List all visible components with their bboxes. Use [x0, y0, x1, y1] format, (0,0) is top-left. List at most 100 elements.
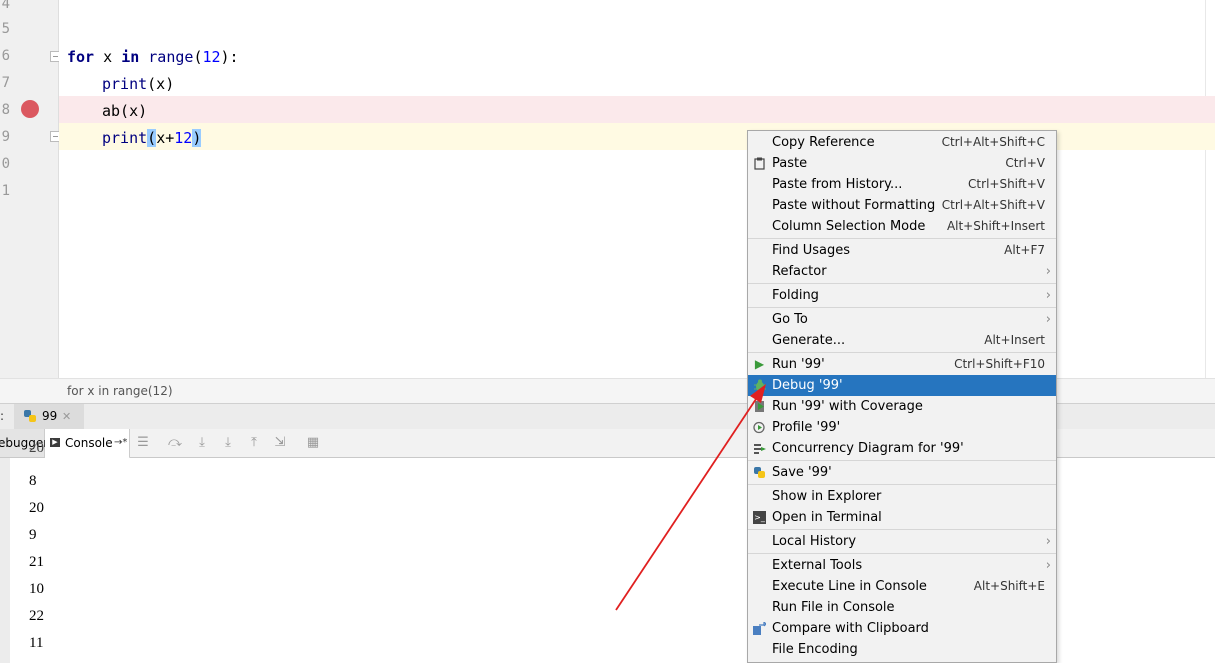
- menu-item-execute-line-in-console[interactable]: Execute Line in Console Alt+Shift+E: [748, 576, 1056, 597]
- evaluate-icon[interactable]: ▦: [306, 436, 320, 450]
- menu-item-label: Paste from History...: [772, 177, 903, 192]
- profile-icon: [753, 421, 766, 434]
- code-number: 12: [174, 129, 193, 147]
- console-line: 9: [29, 527, 37, 543]
- brace-match-highlight: (: [147, 129, 157, 147]
- menu-item-go-to[interactable]: Go To ›: [748, 309, 1056, 330]
- run-icon: ▶: [754, 357, 765, 371]
- console-line: 11: [29, 635, 44, 651]
- code-token: x: [94, 48, 122, 66]
- code-line-6[interactable]: for x in range(12):: [67, 44, 239, 71]
- code-line-7[interactable]: print(x): [102, 71, 174, 98]
- step-into-my-code-icon[interactable]: ⤓: [221, 436, 235, 450]
- menu-item-paste-without-formatting[interactable]: Paste without Formatting Ctrl+Alt+Shift+…: [748, 195, 1056, 216]
- menu-item-run[interactable]: ▶ Run '99' Ctrl+Shift+F10: [748, 354, 1056, 375]
- menu-item-label: Save '99': [772, 465, 832, 480]
- menu-item-profile[interactable]: Profile '99': [748, 417, 1056, 438]
- menu-item-label: Paste without Formatting: [772, 198, 936, 213]
- menu-item-show-in-explorer[interactable]: Show in Explorer: [748, 486, 1056, 507]
- tab-run-99[interactable]: 99 ✕: [14, 404, 84, 429]
- menu-separator: [748, 484, 1056, 485]
- menu-item-concurrency-diagram[interactable]: Concurrency Diagram for '99': [748, 438, 1056, 459]
- line-number: 0: [1, 156, 10, 172]
- menu-item-compare-with-clipboard[interactable]: Compare with Clipboard: [748, 618, 1056, 639]
- line-number: 5: [1, 21, 10, 37]
- line-number: 9: [1, 129, 10, 145]
- menu-item-label: Profile '99': [772, 420, 841, 435]
- keyword-for: for: [67, 48, 95, 66]
- console-line: 20: [29, 500, 44, 516]
- menu-item-label: Column Selection Mode: [772, 219, 926, 234]
- editor-gutter[interactable]: 4 5 6 7 8 9 0 1: [0, 0, 61, 378]
- menu-item-folding[interactable]: Folding ›: [748, 285, 1056, 306]
- keyword-in: in: [121, 48, 140, 66]
- menu-item-shortcut: Alt+Insert: [984, 333, 1045, 347]
- breakpoint-line-highlight: [59, 96, 1215, 123]
- menu-item-label: Open in Terminal: [772, 510, 882, 525]
- menu-item-save[interactable]: Save '99': [748, 462, 1056, 483]
- submenu-arrow-icon: ›: [1045, 534, 1051, 549]
- menu-item-open-in-terminal[interactable]: >_ Open in Terminal: [748, 507, 1056, 528]
- menu-item-external-tools[interactable]: External Tools ›: [748, 555, 1056, 576]
- code-token: print: [102, 129, 148, 147]
- code-token: ):: [220, 48, 239, 66]
- step-into-icon[interactable]: ⤓: [195, 436, 209, 450]
- menu-item-run-file-in-console[interactable]: Run File in Console: [748, 597, 1056, 618]
- menu-item-shortcut: Alt+Shift+E: [973, 579, 1045, 593]
- menu-item-label: Generate...: [772, 333, 846, 348]
- code-number: 12: [202, 48, 221, 66]
- code-line-9[interactable]: print(x+12): [102, 125, 202, 152]
- menu-item-generate[interactable]: Generate... Alt+Insert: [748, 330, 1056, 351]
- menu-item-local-history[interactable]: Local History ›: [748, 531, 1056, 552]
- breakpoint-icon[interactable]: [21, 100, 39, 118]
- debug-bug-icon: [753, 379, 766, 392]
- line-number: 7: [1, 75, 10, 91]
- menu-item-paste[interactable]: Paste Ctrl+V: [748, 153, 1056, 174]
- line-number: 8: [1, 102, 10, 118]
- menu-item-shortcut: Ctrl+V: [1005, 156, 1045, 170]
- code-token: ab(x): [102, 102, 148, 120]
- menu-item-shortcut: Ctrl+Alt+Shift+V: [941, 198, 1045, 212]
- step-out-icon[interactable]: ⤒: [247, 436, 261, 450]
- clipboard-icon: [753, 157, 766, 170]
- compare-icon: [753, 620, 767, 635]
- menu-separator: [748, 238, 1056, 239]
- run-to-cursor-icon[interactable]: ⇲: [273, 436, 287, 450]
- code-token: (x): [147, 75, 175, 93]
- menu-item-label: Compare with Clipboard: [772, 621, 929, 636]
- menu-separator: [748, 553, 1056, 554]
- menu-item-file-encoding[interactable]: File Encoding: [748, 639, 1056, 660]
- right-margin-guide: [1205, 0, 1206, 378]
- menu-item-label: File Encoding: [772, 642, 858, 657]
- menu-item-shortcut: Ctrl+Shift+V: [968, 177, 1045, 191]
- console-line: 20: [29, 444, 44, 456]
- submenu-arrow-icon: ›: [1045, 264, 1051, 279]
- restore-layout-icon[interactable]: →*: [114, 429, 127, 457]
- menu-item-label: Debug '99': [772, 378, 843, 393]
- menu-lines-icon[interactable]: ☰: [136, 436, 150, 450]
- menu-item-label: Find Usages: [772, 243, 851, 258]
- console-line: 22: [29, 608, 44, 624]
- menu-item-copy-reference[interactable]: Copy Reference Ctrl+Alt+Shift+C: [748, 132, 1056, 153]
- brace-match-highlight: ): [192, 129, 202, 147]
- code-line-8[interactable]: ab(x): [102, 98, 147, 125]
- close-icon[interactable]: ✕: [62, 404, 71, 429]
- submenu-arrow-icon: ›: [1045, 312, 1051, 327]
- menu-separator: [748, 529, 1056, 530]
- menu-item-label: Show in Explorer: [772, 489, 882, 504]
- step-over-icon[interactable]: ⤼: [168, 436, 182, 450]
- tab-console[interactable]: ▶ Console →*: [45, 429, 130, 459]
- menu-item-refactor[interactable]: Refactor ›: [748, 261, 1056, 282]
- menu-item-label: Concurrency Diagram for '99': [772, 441, 964, 456]
- menu-item-label: Folding: [772, 288, 819, 303]
- menu-item-shortcut: Ctrl+Shift+F10: [954, 357, 1045, 371]
- menu-item-label: Run '99': [772, 357, 825, 372]
- menu-item-debug[interactable]: Debug '99': [748, 375, 1056, 396]
- menu-item-paste-from-history[interactable]: Paste from History... Ctrl+Shift+V: [748, 174, 1056, 195]
- menu-item-find-usages[interactable]: Find Usages Alt+F7: [748, 240, 1056, 261]
- breadcrumb-item[interactable]: for x in range(12): [67, 379, 173, 403]
- code-token: print: [102, 75, 148, 93]
- menu-item-run-with-coverage[interactable]: Run '99' with Coverage: [748, 396, 1056, 417]
- menu-item-column-selection-mode[interactable]: Column Selection Mode Alt+Shift+Insert: [748, 216, 1056, 237]
- menu-item-shortcut: Alt+F7: [1004, 243, 1045, 257]
